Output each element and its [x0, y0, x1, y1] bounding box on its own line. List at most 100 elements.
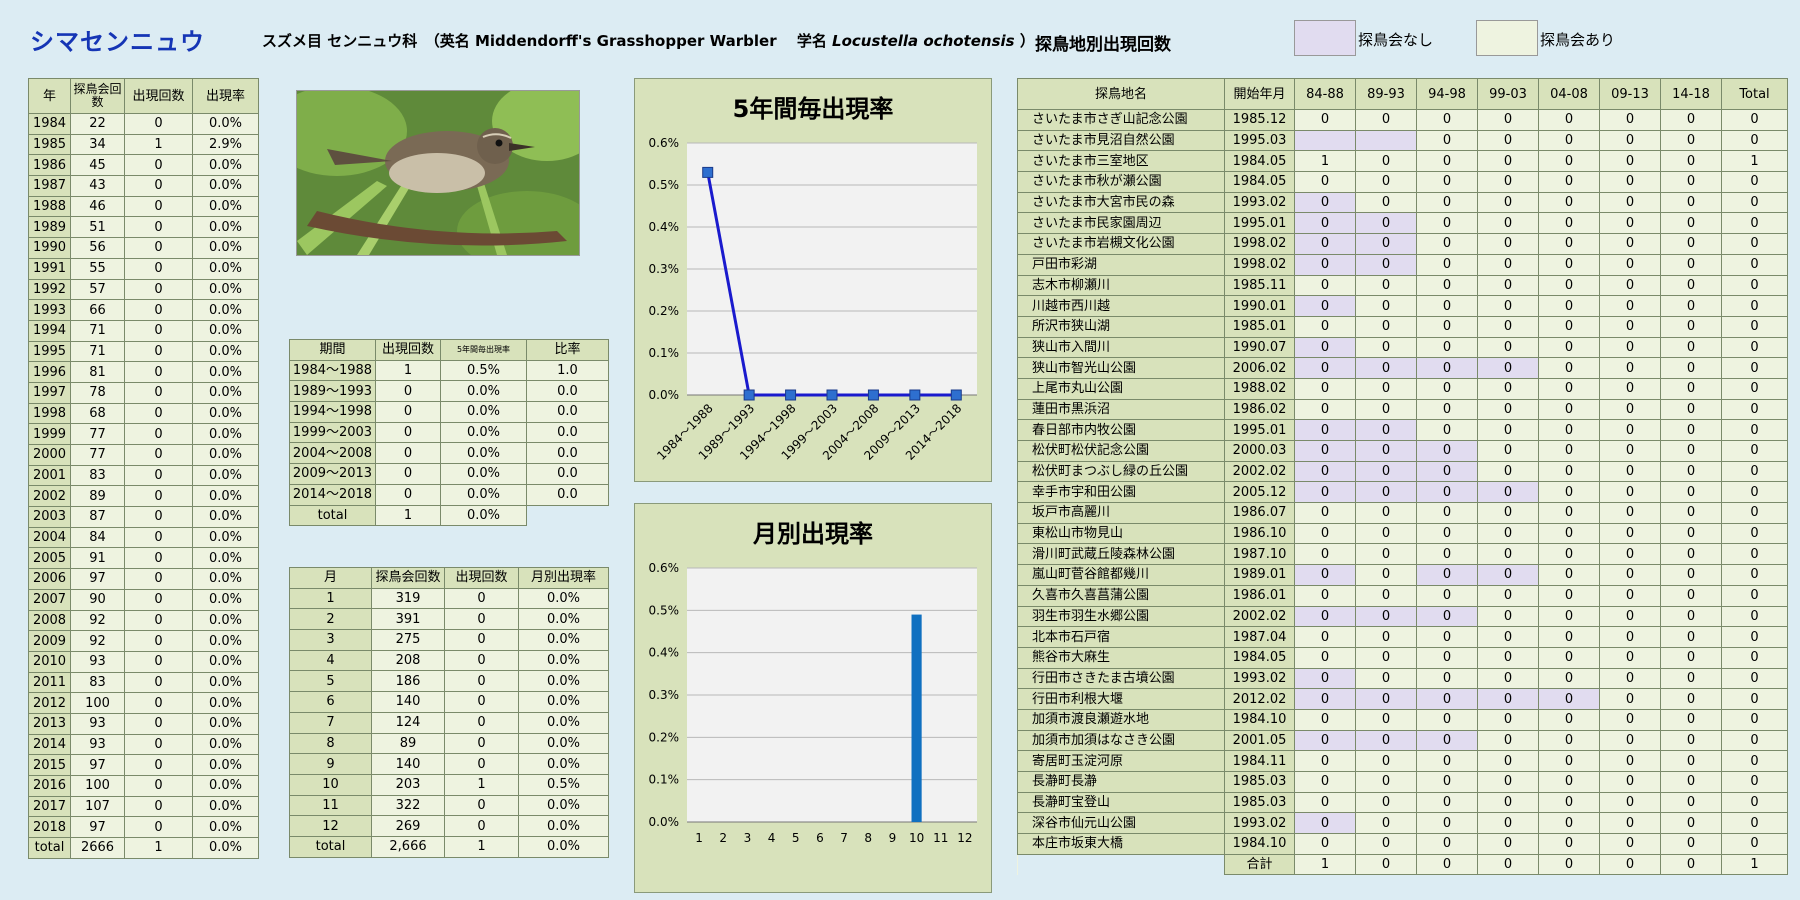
- scientific-name: Locustella ochotensis: [832, 32, 1015, 50]
- table-cell: 2.9%: [192, 133, 259, 156]
- table-cell: 107: [70, 795, 125, 818]
- month-row: 7 124 0 0.0%: [289, 711, 609, 734]
- period-row: 2014～2018 0 0.0% 0.0: [289, 483, 609, 506]
- site-total: 0: [1721, 377, 1788, 400]
- table-cell: 275: [371, 629, 445, 651]
- table-cell: 0.0%: [192, 609, 259, 632]
- site-count: 0: [1477, 336, 1539, 359]
- site-start: 1995.01: [1224, 419, 1295, 441]
- year-label: 1997: [28, 381, 71, 404]
- table-cell: 0.0%: [192, 175, 259, 197]
- site-count: 0: [1660, 812, 1722, 835]
- site-count: 0: [1477, 129, 1539, 152]
- site-name: さいたま市さぎ山記念公園: [1017, 109, 1225, 131]
- site-count: 0: [1355, 419, 1417, 441]
- site-start: 1987.10: [1224, 543, 1295, 566]
- table-cell: 0.0%: [192, 299, 259, 321]
- table-cell: 0.0%: [192, 381, 259, 404]
- table-cell: 0.0%: [192, 402, 259, 425]
- year-label: 2017: [28, 795, 71, 818]
- site-count: 0: [1416, 771, 1478, 793]
- month-row: 8 89 0 0.0%: [289, 732, 609, 755]
- year-row: 2017 107 0 0.0%: [28, 795, 259, 818]
- site-row: 狭山市入間川 1990.07 0 0 0 0 0 0 0 0: [1017, 336, 1788, 359]
- species-title: シマセンニュウ: [30, 28, 205, 56]
- total-cell: 2666: [70, 837, 125, 859]
- year-row: 2011 83 0 0.0%: [28, 671, 259, 694]
- year-label: 2007: [28, 588, 71, 611]
- site-count: 0: [1660, 688, 1722, 710]
- table-cell: 89: [70, 485, 125, 508]
- site-start: 1986.02: [1224, 398, 1295, 421]
- table-cell: 391: [371, 608, 445, 631]
- year-row: 2015 97 0 0.0%: [28, 754, 259, 776]
- site-total: 0: [1721, 253, 1788, 276]
- year-label: 2008: [28, 609, 71, 632]
- month-row: 2 391 0 0.0%: [289, 608, 609, 631]
- site-total: 0: [1721, 315, 1788, 338]
- site-count: 0: [1599, 543, 1661, 566]
- site-count: 0: [1599, 833, 1661, 855]
- site-count: 0: [1416, 336, 1478, 359]
- site-total: 0: [1721, 750, 1788, 772]
- table-cell: 0.0%: [192, 195, 259, 218]
- site-total: 0: [1721, 708, 1788, 731]
- site-count: 0: [1477, 708, 1539, 731]
- site-count: 0: [1416, 315, 1478, 338]
- site-count: 0: [1416, 522, 1478, 545]
- table-cell: 0.0%: [518, 670, 609, 693]
- site-total: 0: [1721, 460, 1788, 483]
- site-count: 0: [1294, 481, 1356, 504]
- site-start: 1984.10: [1224, 833, 1295, 855]
- site-count: 0: [1538, 129, 1600, 152]
- table-cell: 0: [124, 444, 193, 466]
- table-cell: 45: [70, 154, 125, 177]
- table-cell: 81: [70, 361, 125, 383]
- site-total: 0: [1721, 564, 1788, 586]
- site-count: 0: [1416, 791, 1478, 814]
- month-label: 10: [289, 773, 372, 796]
- table-cell: 84: [70, 526, 125, 549]
- site-count: 0: [1599, 708, 1661, 731]
- year-row: 2003 87 0 0.0%: [28, 506, 259, 528]
- site-total: 0: [1721, 440, 1788, 462]
- site-count: 0: [1294, 357, 1356, 379]
- site-count: 0: [1538, 750, 1600, 772]
- site-count: 0: [1660, 833, 1722, 855]
- total-cell: 0.0%: [440, 504, 527, 527]
- site-count: 0: [1538, 398, 1600, 421]
- site-total: 0: [1721, 336, 1788, 359]
- site-row: 上尾市丸山公園 1988.02 0 0 0 0 0 0 0 0: [1017, 377, 1788, 400]
- site-count: 0: [1538, 584, 1600, 607]
- table-cell: 0.0%: [192, 795, 259, 818]
- period-row: 1994～1998 0 0.0% 0.0: [289, 401, 609, 423]
- site-count: 0: [1294, 791, 1356, 814]
- table-cell: 0.0%: [192, 568, 259, 590]
- table-cell: 0.0%: [518, 794, 609, 817]
- site-count: 0: [1660, 295, 1722, 317]
- data-point: [950, 389, 962, 401]
- x-tick-label: 6: [816, 831, 824, 845]
- year-row: 2008 92 0 0.0%: [28, 609, 259, 632]
- table-cell: 0: [124, 257, 193, 280]
- site-count: 0: [1477, 481, 1539, 504]
- column-header: 84-88: [1294, 78, 1356, 110]
- site-count: 0: [1660, 336, 1722, 359]
- site-total: 0: [1721, 233, 1788, 255]
- total-cell: 0: [1538, 853, 1600, 876]
- year-label: 1990: [28, 237, 71, 259]
- site-name: 熊谷市大麻生: [1017, 646, 1225, 669]
- table-cell: 0: [124, 671, 193, 694]
- site-name: 加須市加須はなさき公園: [1017, 729, 1225, 752]
- site-count: 0: [1416, 212, 1478, 235]
- total-cell: 0: [1416, 853, 1478, 876]
- site-start: 1993.02: [1224, 812, 1295, 835]
- site-count: 0: [1416, 460, 1478, 483]
- site-count: 0: [1477, 440, 1539, 462]
- site-start: 1985.11: [1224, 274, 1295, 297]
- table-cell: 66: [70, 299, 125, 321]
- site-start: 1990.01: [1224, 295, 1295, 317]
- site-count: 0: [1477, 812, 1539, 835]
- site-count: 0: [1477, 150, 1539, 173]
- data-point: [867, 389, 879, 401]
